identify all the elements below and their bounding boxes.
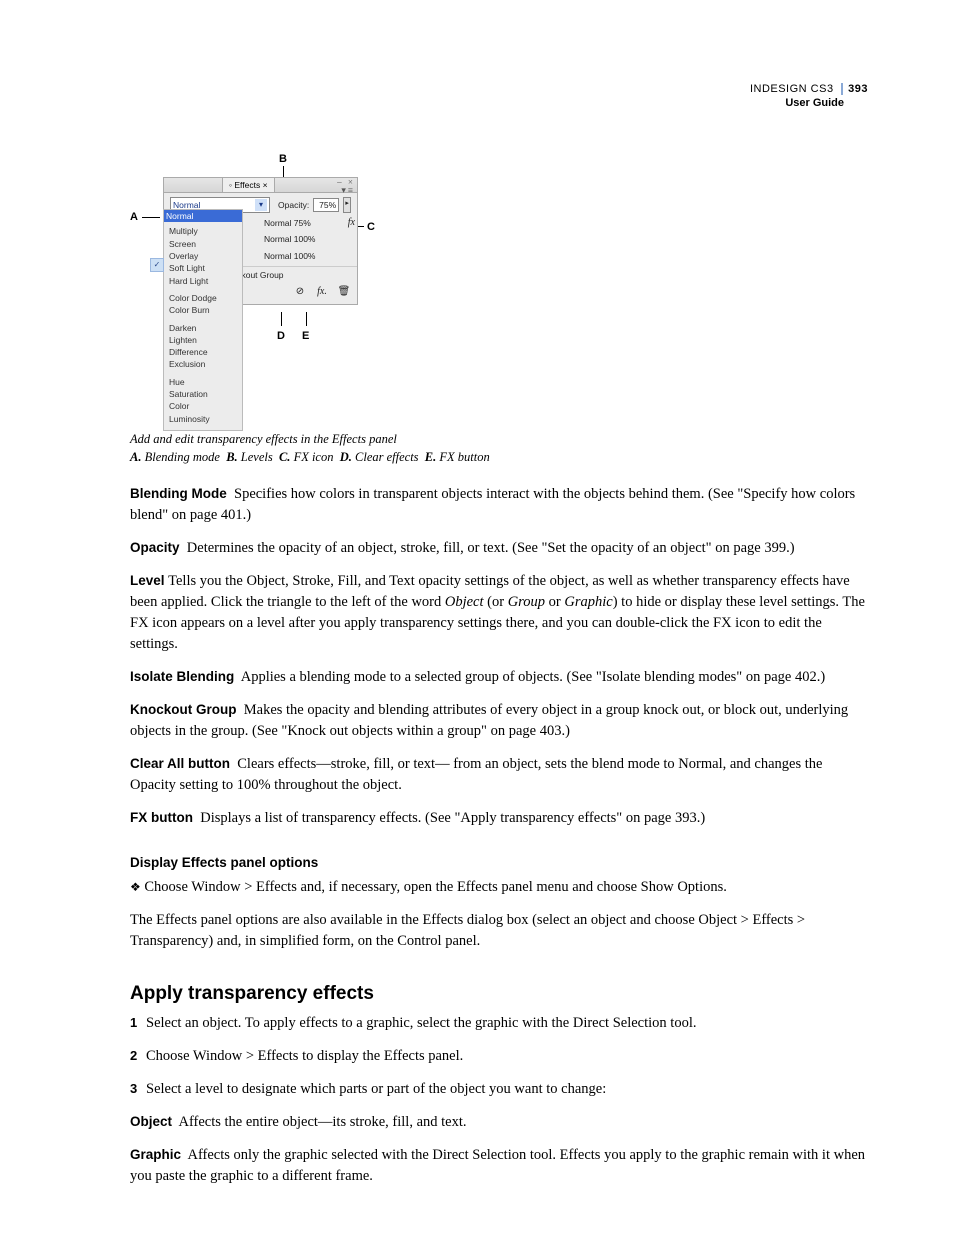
mode-item[interactable]: Darken	[169, 322, 237, 334]
figure: A B C D E ◦ Effects × – × ▾≡ Normal	[130, 152, 868, 466]
mode-item[interactable]: Soft Light	[169, 262, 237, 274]
mode-item[interactable]: Exclusion	[169, 358, 237, 370]
figure-caption: Add and edit transparency effects in the…	[130, 431, 868, 466]
level-row: Normal 100%	[264, 250, 351, 262]
mode-item[interactable]: Normal	[164, 210, 242, 222]
check-icon: ✓	[150, 258, 164, 272]
callout-a: A	[130, 210, 138, 226]
diamond-icon: ❖	[130, 880, 141, 894]
def-level: Level Tells you the Object, Stroke, Fill…	[130, 571, 868, 655]
mode-item[interactable]: Color Burn	[169, 304, 237, 316]
page-number: 393	[841, 83, 868, 95]
def-graphic: Graphic Affects only the graphic selecte…	[130, 1145, 868, 1187]
mode-item[interactable]: Lighten	[169, 334, 237, 346]
mode-item[interactable]: Luminosity	[169, 413, 237, 425]
opacity-label: Opacity:	[278, 199, 309, 211]
mode-item[interactable]: Color Dodge	[169, 292, 237, 304]
def-opacity: Opacity Determines the opacity of an obj…	[130, 538, 868, 559]
heading-apply: Apply transparency effects	[130, 980, 868, 1008]
guide-label: User Guide	[750, 96, 868, 110]
panel-tab[interactable]: ◦ Effects ×	[222, 177, 275, 192]
def-blending-mode: Blending Mode Specifies how colors in tr…	[130, 484, 868, 526]
level-row: Normal 75%fx	[264, 217, 351, 229]
body: Blending Mode Specifies how colors in tr…	[130, 484, 868, 1187]
product-name: INDESIGN CS3	[750, 83, 834, 95]
def-object: Object Affects the entire object—its str…	[130, 1112, 868, 1133]
fx-button-icon[interactable]: fx.	[315, 285, 329, 300]
mode-item[interactable]: Color	[169, 400, 237, 412]
page: INDESIGN CS3 393 User Guide A B C D E ◦ …	[0, 0, 954, 1235]
level-row: Normal 100%	[264, 233, 351, 245]
def-clear: Clear All button Clears effects—stroke, …	[130, 754, 868, 796]
mode-item[interactable]: Multiply	[169, 225, 237, 237]
mode-item[interactable]: Saturation	[169, 388, 237, 400]
dropdown-arrow-icon: ▾	[255, 199, 267, 211]
mode-item[interactable]: Hard Light	[169, 275, 237, 287]
opacity-field[interactable]: 75%	[313, 198, 339, 212]
step-1: 1Select an object. To apply effects to a…	[130, 1013, 868, 1034]
caption-title: Add and edit transparency effects in the…	[130, 431, 868, 449]
callout-c: C	[367, 220, 375, 236]
mode-item[interactable]: Hue	[169, 376, 237, 388]
panel-window-icons[interactable]: – × ▾≡	[337, 178, 355, 194]
def-isolate: Isolate Blending Applies a blending mode…	[130, 667, 868, 688]
running-header: INDESIGN CS3 393 User Guide	[750, 82, 868, 111]
def-knockout: Knockout Group Makes the opacity and ble…	[130, 700, 868, 742]
fx-icon[interactable]: fx	[348, 216, 355, 231]
mode-item[interactable]: Screen	[169, 238, 237, 250]
def-fxbutton: FX button Displays a list of transparenc…	[130, 808, 868, 829]
blend-modes-dropdown[interactable]: ✓ Normal Multiply Screen Overlay Soft Li…	[163, 209, 243, 431]
subhead-display-options: Display Effects panel options	[130, 853, 868, 873]
display-options-bullet: ❖ Choose Window > Effects and, if necess…	[130, 877, 868, 898]
mode-item[interactable]: Overlay	[169, 250, 237, 262]
callout-e: E	[302, 329, 309, 345]
display-options-para: The Effects panel options are also avail…	[130, 910, 868, 952]
mode-item[interactable]: Difference	[169, 346, 237, 358]
trash-icon[interactable]: 🗑	[337, 285, 351, 300]
step-2: 2Choose Window > Effects to display the …	[130, 1046, 868, 1067]
opacity-stepper[interactable]: ▸	[343, 197, 351, 213]
clear-effects-icon[interactable]: ⊘	[293, 285, 307, 300]
step-3: 3Select a level to designate which parts…	[130, 1079, 868, 1100]
callout-d: D	[277, 329, 285, 345]
panel-titlebar: ◦ Effects × – × ▾≡	[163, 177, 358, 193]
levels-list: Normal 75%fx Normal 100% Normal 100%	[264, 217, 351, 262]
